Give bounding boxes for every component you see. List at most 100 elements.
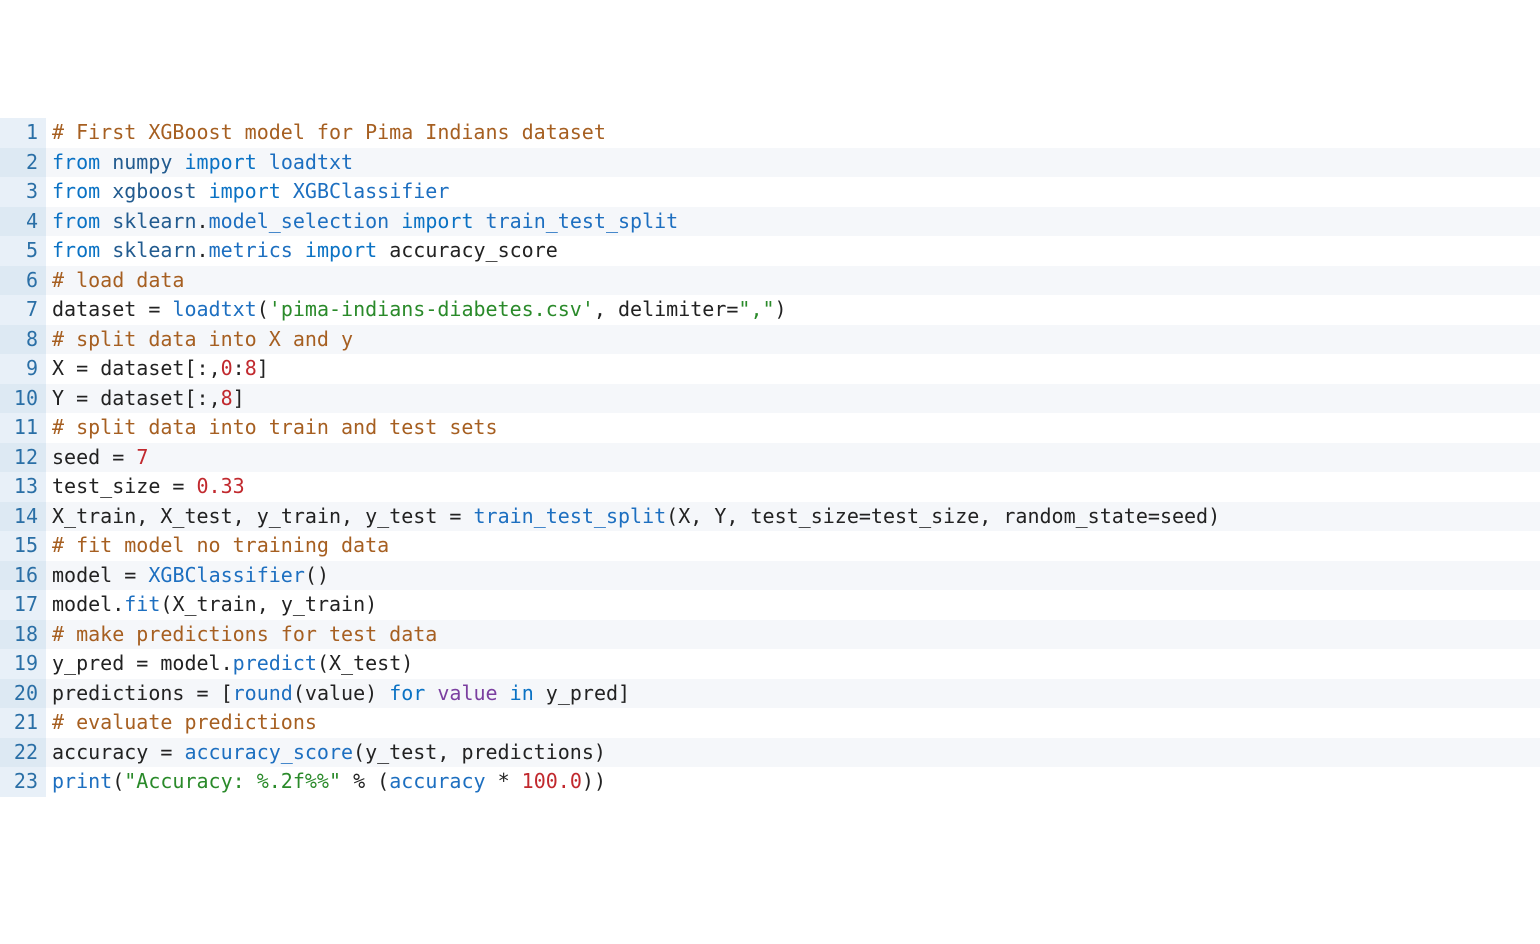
code-content[interactable]: test_size = 0.33 bbox=[46, 472, 1540, 502]
token bbox=[136, 297, 148, 321]
token: model bbox=[160, 651, 220, 675]
code-line[interactable]: 18# make predictions for test data bbox=[0, 620, 1540, 650]
code-line[interactable]: 9X = dataset[:,0:8] bbox=[0, 354, 1540, 384]
code-content[interactable]: accuracy = accuracy_score(y_test, predic… bbox=[46, 738, 1540, 768]
code-line[interactable]: 19y_pred = model.predict(X_test) bbox=[0, 649, 1540, 679]
code-line[interactable]: 8# split data into X and y bbox=[0, 325, 1540, 355]
code-line[interactable]: 16model = XGBClassifier() bbox=[0, 561, 1540, 591]
token bbox=[425, 681, 437, 705]
code-line[interactable]: 5from sklearn.metrics import accuracy_sc… bbox=[0, 236, 1540, 266]
token: = bbox=[76, 356, 88, 380]
token: loadtxt bbox=[172, 297, 256, 321]
token: [ bbox=[184, 356, 196, 380]
token: ) bbox=[594, 740, 606, 764]
token bbox=[341, 769, 353, 793]
code-line[interactable]: 17model.fit(X_train, y_train) bbox=[0, 590, 1540, 620]
code-line[interactable]: 10Y = dataset[:,8] bbox=[0, 384, 1540, 414]
code-line[interactable]: 20predictions = [round(value) for value … bbox=[0, 679, 1540, 709]
token bbox=[281, 179, 293, 203]
code-content[interactable]: from numpy import loadtxt bbox=[46, 148, 1540, 178]
code-line[interactable]: 11# split data into train and test sets bbox=[0, 413, 1540, 443]
code-content[interactable]: model = XGBClassifier() bbox=[46, 561, 1540, 591]
code-content[interactable]: dataset = loadtxt('pima-indians-diabetes… bbox=[46, 295, 1540, 325]
token: # make predictions for test data bbox=[52, 622, 437, 646]
token: , bbox=[257, 592, 281, 616]
code-line[interactable]: 1# First XGBoost model for Pima Indians … bbox=[0, 118, 1540, 148]
code-line[interactable]: 2from numpy import loadtxt bbox=[0, 148, 1540, 178]
token: from bbox=[52, 238, 100, 262]
token: ) bbox=[365, 592, 377, 616]
code-line[interactable]: 7dataset = loadtxt('pima-indians-diabete… bbox=[0, 295, 1540, 325]
code-content[interactable]: seed = 7 bbox=[46, 443, 1540, 473]
token: ) bbox=[582, 769, 594, 793]
code-line[interactable]: 21# evaluate predictions bbox=[0, 708, 1540, 738]
token bbox=[293, 238, 305, 262]
code-content[interactable]: X_train, X_test, y_train, y_test = train… bbox=[46, 502, 1540, 532]
code-content[interactable]: from xgboost import XGBClassifier bbox=[46, 177, 1540, 207]
code-content[interactable]: model.fit(X_train, y_train) bbox=[46, 590, 1540, 620]
token: [ bbox=[184, 386, 196, 410]
code-block: 1# First XGBoost model for Pima Indians … bbox=[0, 118, 1540, 797]
line-number: 15 bbox=[0, 531, 46, 561]
token bbox=[437, 504, 449, 528]
code-content[interactable]: # split data into X and y bbox=[46, 325, 1540, 355]
token: XGBClassifier bbox=[148, 563, 305, 587]
code-content[interactable]: # fit model no training data bbox=[46, 531, 1540, 561]
line-number: 8 bbox=[0, 325, 46, 355]
code-content[interactable]: Y = dataset[:,8] bbox=[46, 384, 1540, 414]
token bbox=[365, 769, 377, 793]
token: , bbox=[437, 740, 461, 764]
token: , bbox=[136, 504, 160, 528]
token: y_test bbox=[365, 504, 437, 528]
token: X_train bbox=[172, 592, 256, 616]
token bbox=[64, 356, 76, 380]
token: , bbox=[594, 297, 618, 321]
token: predict bbox=[233, 651, 317, 675]
token bbox=[184, 474, 196, 498]
token bbox=[461, 504, 473, 528]
code-content[interactable]: predictions = [round(value) for value in… bbox=[46, 679, 1540, 709]
code-line[interactable]: 14X_train, X_test, y_train, y_test = tra… bbox=[0, 502, 1540, 532]
token bbox=[88, 386, 100, 410]
token: ) bbox=[365, 681, 377, 705]
token: . bbox=[221, 651, 233, 675]
token: loadtxt bbox=[269, 150, 353, 174]
line-number: 14 bbox=[0, 502, 46, 532]
line-number: 12 bbox=[0, 443, 46, 473]
token: train_test_split bbox=[486, 209, 679, 233]
token: = bbox=[148, 297, 160, 321]
code-line[interactable]: 12seed = 7 bbox=[0, 443, 1540, 473]
code-line[interactable]: 22accuracy = accuracy_score(y_test, pred… bbox=[0, 738, 1540, 768]
token: model bbox=[52, 592, 112, 616]
line-number: 3 bbox=[0, 177, 46, 207]
code-line[interactable]: 13test_size = 0.33 bbox=[0, 472, 1540, 502]
code-content[interactable]: X = dataset[:,0:8] bbox=[46, 354, 1540, 384]
token: model bbox=[52, 563, 112, 587]
token: test_size bbox=[751, 504, 859, 528]
code-line[interactable]: 3from xgboost import XGBClassifier bbox=[0, 177, 1540, 207]
token bbox=[100, 209, 112, 233]
code-line[interactable]: 4from sklearn.model_selection import tra… bbox=[0, 207, 1540, 237]
token: # load data bbox=[52, 268, 184, 292]
code-content[interactable]: # load data bbox=[46, 266, 1540, 296]
token: , bbox=[209, 386, 221, 410]
code-content[interactable]: # make predictions for test data bbox=[46, 620, 1540, 650]
code-line[interactable]: 15# fit model no training data bbox=[0, 531, 1540, 561]
code-line[interactable]: 23print("Accuracy: %.2f%%" % (accuracy *… bbox=[0, 767, 1540, 797]
code-line[interactable]: 6# load data bbox=[0, 266, 1540, 296]
code-content[interactable]: from sklearn.model_selection import trai… bbox=[46, 207, 1540, 237]
token: predictions bbox=[461, 740, 593, 764]
token bbox=[148, 651, 160, 675]
code-content[interactable]: # evaluate predictions bbox=[46, 708, 1540, 738]
code-content[interactable]: from sklearn.metrics import accuracy_sco… bbox=[46, 236, 1540, 266]
token bbox=[112, 563, 124, 587]
token: accuracy_score bbox=[184, 740, 353, 764]
code-content[interactable]: print("Accuracy: %.2f%%" % (accuracy * 1… bbox=[46, 767, 1540, 797]
token: : bbox=[233, 356, 245, 380]
code-content[interactable]: y_pred = model.predict(X_test) bbox=[46, 649, 1540, 679]
code-content[interactable]: # First XGBoost model for Pima Indians d… bbox=[46, 118, 1540, 148]
token: () bbox=[305, 563, 329, 587]
token: test_size bbox=[871, 504, 979, 528]
token: ] bbox=[257, 356, 269, 380]
code-content[interactable]: # split data into train and test sets bbox=[46, 413, 1540, 443]
